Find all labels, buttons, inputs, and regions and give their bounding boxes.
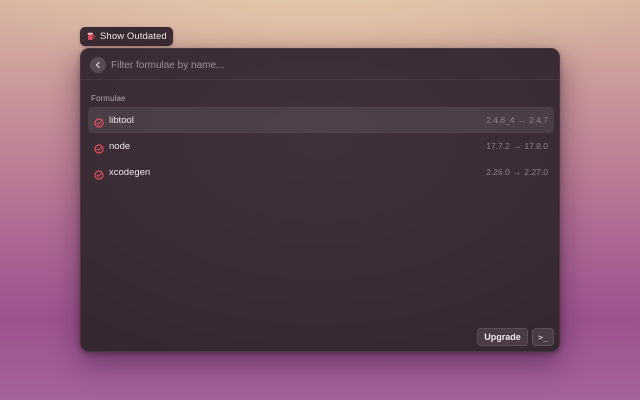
current-version: 17.7.2	[486, 141, 510, 151]
arrow-right-icon: →	[517, 115, 527, 125]
command-tag: Show Outdated	[80, 27, 173, 46]
search-input[interactable]	[111, 56, 531, 74]
list-item[interactable]: libtool 2.4.6_4 → 2.4.7	[88, 107, 554, 133]
list-item[interactable]: xcodegen 2.26.0 → 2.27.0	[88, 159, 554, 185]
current-version: 2.4.6_4	[486, 115, 515, 125]
formula-name: libtool	[109, 114, 134, 126]
action-bar: Upgrade >_	[477, 328, 554, 346]
latest-version: 2.4.7	[529, 115, 548, 125]
current-version: 2.26.0	[486, 167, 510, 177]
check-circle-icon	[94, 115, 104, 128]
beer-mug-icon	[86, 32, 95, 41]
terminal-icon: >_	[538, 332, 548, 342]
formula-version: 2.26.0 → 2.27.0	[486, 167, 548, 177]
search-bar	[81, 49, 559, 80]
command-window: Formulae libtool2.4.6_4→2.4.7node17.7.2→…	[80, 48, 560, 352]
formula-name: xcodegen	[109, 166, 151, 178]
formulae-list: libtool 2.4.6_4 → 2.4.7 node 17.7.2 → 17.8.0 xco…	[88, 107, 554, 185]
formula-version: 17.7.2 → 17.8.0	[486, 141, 548, 151]
list-item[interactable]: node 17.7.2 → 17.8.0	[88, 133, 554, 159]
chevron-left-icon	[94, 61, 102, 69]
latest-version: 2.27.0	[524, 167, 548, 177]
arrow-right-icon: →	[512, 167, 522, 177]
section-title: Formulae	[91, 94, 126, 103]
command-tag-label: Show Outdated	[100, 31, 167, 42]
terminal-button[interactable]: >_	[532, 328, 554, 346]
check-circle-icon	[94, 141, 104, 154]
check-circle-icon	[94, 167, 104, 180]
formula-version: 2.4.6_4 → 2.4.7	[486, 115, 548, 125]
back-button[interactable]	[90, 57, 106, 73]
upgrade-button[interactable]: Upgrade	[477, 328, 528, 346]
latest-version: 17.8.0	[524, 141, 548, 151]
arrow-right-icon: →	[512, 141, 522, 151]
formula-name: node	[109, 140, 131, 152]
